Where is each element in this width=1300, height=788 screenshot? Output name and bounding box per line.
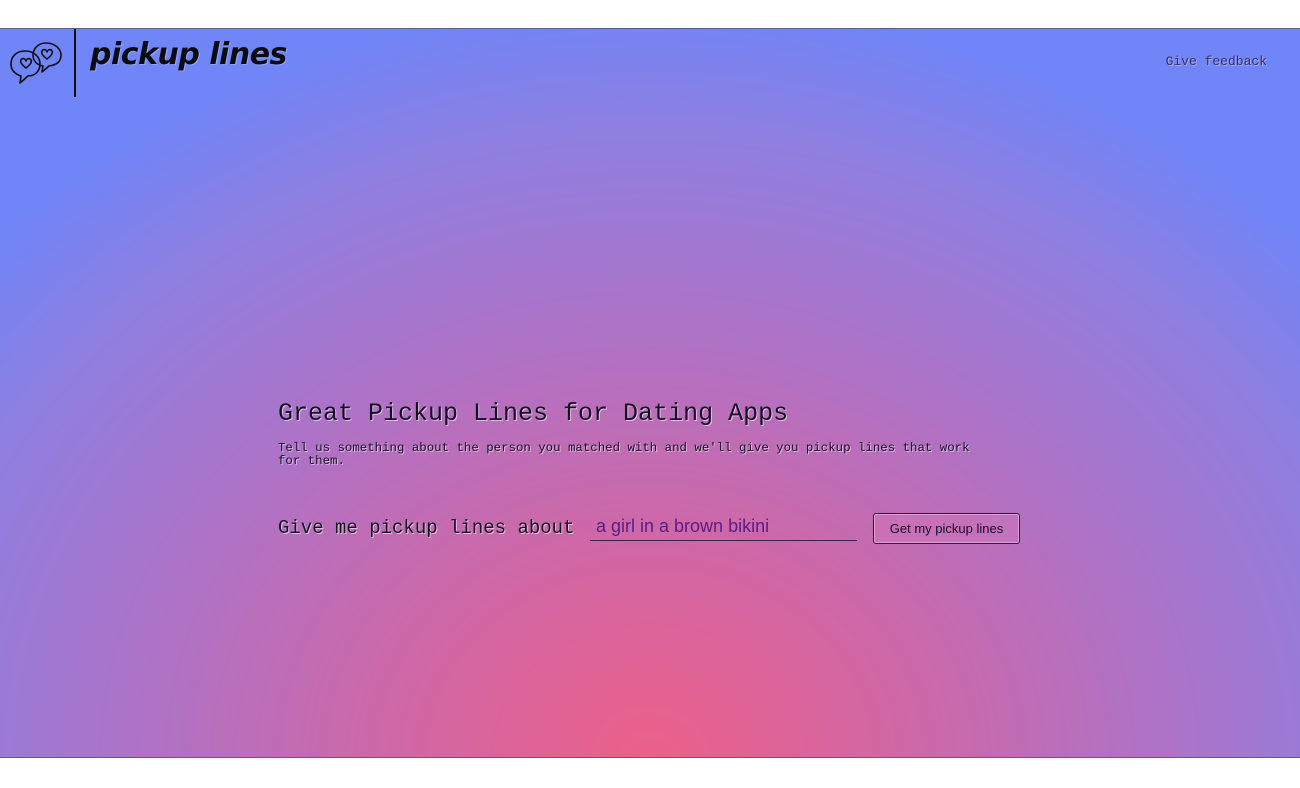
give-feedback-link[interactable]: Give feedback [1166, 54, 1267, 69]
topic-input[interactable] [590, 513, 857, 541]
logo-divider [74, 29, 76, 97]
brand-name[interactable]: pickup lines [90, 37, 287, 72]
page-title: Great Pickup Lines for Dating Apps [278, 399, 789, 428]
hero-section: Great Pickup Lines for Dating Apps Tell … [278, 399, 1020, 544]
page-description: Tell us something about the person you m… [278, 441, 970, 468]
topic-label: Give me pickup lines about [278, 517, 575, 539]
app-background: pickup lines Give feedback Great Pickup … [0, 28, 1300, 758]
header: pickup lines Give feedback [0, 29, 1300, 97]
chat-bubbles-heart-icon[interactable] [9, 41, 63, 85]
get-pickup-lines-button[interactable]: Get my pickup lines [873, 513, 1020, 544]
pickup-lines-form: Give me pickup lines about Get my pickup… [278, 513, 1020, 545]
